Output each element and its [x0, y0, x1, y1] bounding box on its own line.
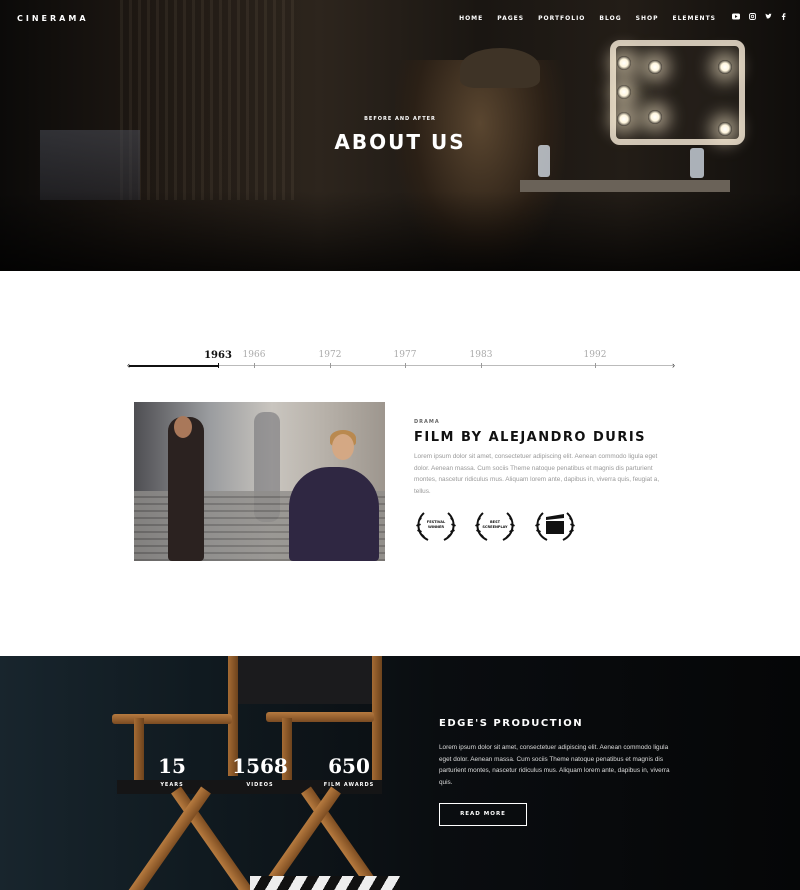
site-logo[interactable]: CINERAMA	[17, 14, 89, 23]
stat-label: FILM AWARDS	[323, 782, 375, 788]
mirror-bulb	[648, 60, 662, 74]
award-label-line: SCREENPLAY	[482, 525, 508, 529]
director-chair-backrest	[232, 656, 382, 704]
hero-banner: CINERAMA HOME PAGES PORTFOLIO BLOG SHOP …	[0, 0, 800, 271]
award-best-screenplay: BEST SCREENPLAY	[473, 508, 517, 544]
facebook-icon[interactable]	[781, 13, 786, 23]
film-description: Lorem ipsum dolor sit amet, consectetuer…	[414, 453, 660, 495]
stat-label: VIDEOS	[246, 782, 274, 788]
award-label: BEST SCREENPLAY	[473, 520, 517, 530]
film-category: DRAMA	[414, 419, 440, 425]
timeline-year-1977[interactable]: 1977	[394, 350, 417, 360]
director-chair-leg	[171, 786, 267, 890]
timeline-marker	[254, 363, 255, 368]
production-description: Lorem ipsum dolor sit amet, consectetuer…	[439, 744, 670, 786]
youtube-icon[interactable]	[732, 13, 740, 23]
timeline-year-1983[interactable]: 1983	[470, 350, 493, 360]
stat-film-awards: 650 FILM AWARDS	[318, 754, 380, 788]
film-still-image	[134, 402, 385, 561]
mirror-bulb	[617, 85, 631, 99]
twitter-icon[interactable]	[765, 13, 772, 23]
chevron-left-icon[interactable]: ‹	[127, 360, 130, 370]
timeline-marker	[595, 363, 596, 368]
director-chair-arm	[112, 714, 232, 724]
stat-number: 650	[328, 754, 370, 778]
timeline-marker	[330, 363, 331, 368]
timeline-year-1972[interactable]: 1972	[319, 350, 342, 360]
clapperboard-stripes	[250, 876, 400, 890]
main-menu: HOME PAGES PORTFOLIO BLOG SHOP ELEMENTS	[459, 15, 716, 22]
timeline-year-1992[interactable]: 1992	[584, 350, 607, 360]
timeline-progress	[129, 365, 218, 367]
hero-background-hat	[460, 48, 540, 88]
film-still-actor	[168, 417, 204, 561]
director-chair-leg	[115, 786, 211, 890]
film-title: FILM BY ALEJANDRO DURIS	[414, 430, 647, 445]
film-still-actress-head	[332, 434, 354, 460]
award-festival-winner: FESTIVAL WINNER	[414, 508, 458, 544]
stat-number: 15	[158, 754, 186, 778]
award-clapperboard	[533, 508, 577, 544]
timeline-marker	[481, 363, 482, 368]
social-links	[732, 13, 786, 23]
production-title: EDGE'S PRODUCTION	[439, 718, 584, 729]
production-section: 15 YEARS 1568 VIDEOS 650 FILM AWARDS EDG…	[0, 656, 800, 890]
film-still-actress	[289, 467, 379, 561]
read-more-button[interactable]: READ MORE	[439, 803, 527, 826]
timeline-marker	[218, 363, 219, 368]
timeline-year-1963[interactable]: 1963	[204, 350, 232, 361]
mirror-bulb	[718, 60, 732, 74]
nav-item-blog[interactable]: BLOG	[599, 15, 621, 22]
stat-number: 1568	[232, 754, 288, 778]
timeline-year-1966[interactable]: 1966	[243, 350, 266, 360]
nav-item-elements[interactable]: ELEMENTS	[672, 15, 716, 22]
nav-item-home[interactable]: HOME	[459, 15, 483, 22]
hero-background-floor	[0, 191, 800, 271]
award-label-line: WINNER	[427, 525, 445, 529]
stat-years: 15 YEARS	[148, 754, 196, 788]
director-chair-leg	[245, 786, 341, 890]
chevron-right-icon[interactable]: ›	[672, 360, 675, 370]
director-chair-post	[134, 718, 144, 782]
instagram-icon[interactable]	[749, 13, 756, 23]
history-timeline: ‹ › 1963 1966 1972 1977 1983 1992	[127, 348, 675, 372]
film-still-actor-head	[174, 416, 192, 438]
hero-subtitle: BEFORE AND AFTER	[364, 116, 436, 122]
stat-videos: 1568 VIDEOS	[232, 754, 288, 788]
nav-item-pages[interactable]: PAGES	[497, 15, 524, 22]
laurel-clapperboard-icon	[535, 512, 575, 541]
page-title: ABOUT US	[334, 130, 466, 154]
timeline-marker	[405, 363, 406, 368]
mirror-bulb	[617, 56, 631, 70]
nav-item-portfolio[interactable]: PORTFOLIO	[538, 15, 585, 22]
nav-item-shop[interactable]: SHOP	[636, 15, 659, 22]
top-navigation: CINERAMA HOME PAGES PORTFOLIO BLOG SHOP …	[0, 0, 800, 38]
director-chair-leg	[301, 786, 397, 890]
award-label: FESTIVAL WINNER	[414, 520, 458, 530]
stat-label: YEARS	[160, 782, 184, 788]
